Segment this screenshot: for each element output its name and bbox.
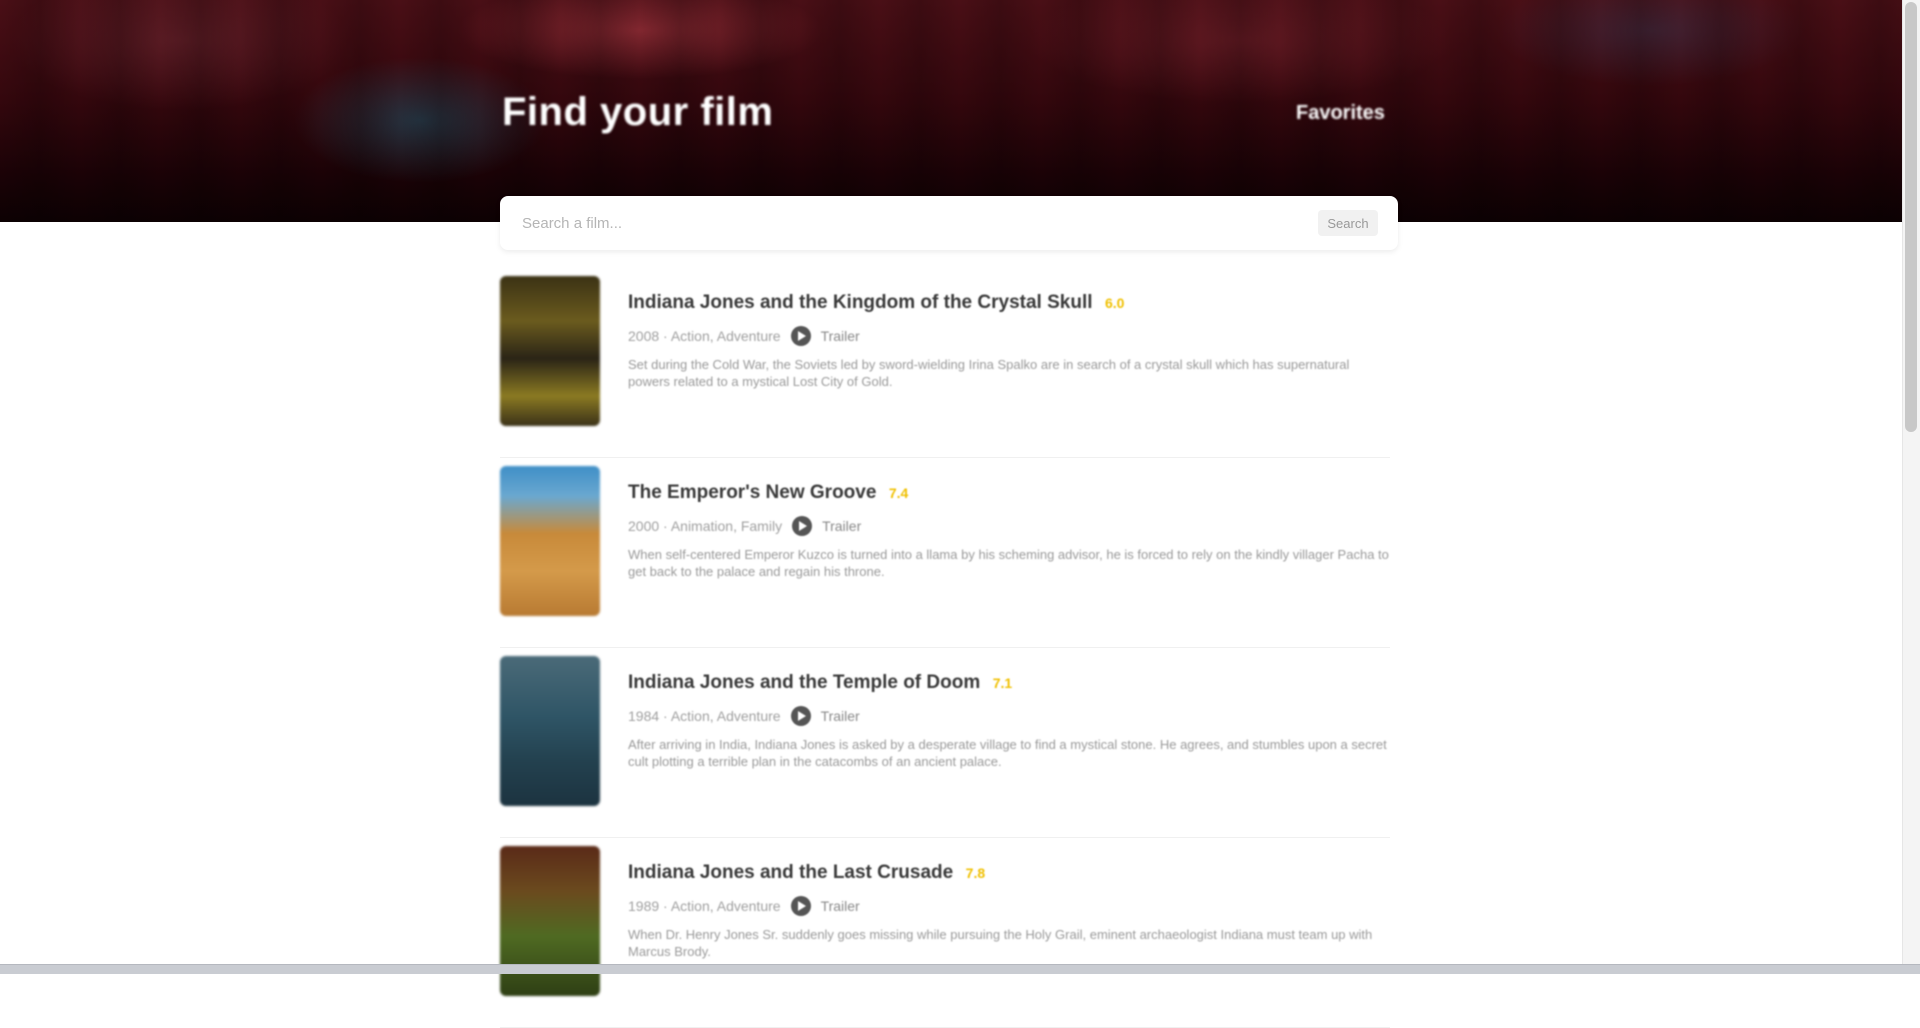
movie-title[interactable]: Indiana Jones and the Temple of Doom [628,672,980,694]
scrollbar-thumb[interactable] [1905,2,1917,432]
trailer-link[interactable]: Trailer [821,708,860,724]
play-icon[interactable] [791,326,811,346]
movie-meta: 1989 · Action, Adventure Trailer [628,896,1390,916]
result-body: Indiana Jones and the Last Crusade 7.8 1… [628,862,1390,960]
movie-year-genre: 1984 · Action, Adventure [628,708,781,724]
movie-year-genre: 2008 · Action, Adventure [628,328,781,344]
search-button[interactable]: Search [1318,210,1378,236]
list-item: Indiana Jones and the Kingdom of the Cry… [500,268,1390,458]
movie-title[interactable]: Indiana Jones and the Last Crusade [628,862,953,884]
taskbar [0,964,1920,974]
list-item: The Emperor's New Groove 7.4 2000 · Anim… [500,458,1390,648]
result-body: The Emperor's New Groove 7.4 2000 · Anim… [628,482,1390,580]
movie-year-genre: 2000 · Animation, Family [628,518,782,534]
search-bar: Search [500,196,1398,250]
movie-poster[interactable] [500,276,600,426]
movie-meta: 2008 · Action, Adventure Trailer [628,326,1390,346]
movie-description: Set during the Cold War, the Soviets led… [628,356,1390,390]
play-icon[interactable] [791,706,811,726]
movie-description: When self-centered Emperor Kuzco is turn… [628,546,1390,580]
movie-rating: 7.4 [889,485,908,501]
results-list: Indiana Jones and the Kingdom of the Cry… [500,268,1390,1028]
result-body: Indiana Jones and the Temple of Doom 7.1… [628,672,1390,770]
movie-description: When Dr. Henry Jones Sr. suddenly goes m… [628,926,1390,960]
movie-title[interactable]: The Emperor's New Groove [628,482,876,504]
list-item: Indiana Jones and the Temple of Doom 7.1… [500,648,1390,838]
movie-poster[interactable] [500,656,600,806]
favorites-link[interactable]: Favorites [1296,102,1385,125]
result-body: Indiana Jones and the Kingdom of the Cry… [628,292,1390,390]
trailer-link[interactable]: Trailer [821,328,860,344]
movie-title[interactable]: Indiana Jones and the Kingdom of the Cry… [628,292,1093,314]
movie-rating: 7.1 [993,675,1012,691]
play-icon[interactable] [791,896,811,916]
movie-poster[interactable] [500,466,600,616]
play-icon[interactable] [792,516,812,536]
movie-meta: 1984 · Action, Adventure Trailer [628,706,1390,726]
movie-meta: 2000 · Animation, Family Trailer [628,516,1390,536]
page-title: Find your film [502,90,773,135]
trailer-link[interactable]: Trailer [822,518,861,534]
movie-rating: 6.0 [1105,295,1124,311]
movie-rating: 7.8 [966,865,985,881]
search-input[interactable] [520,214,1318,233]
list-item: Indiana Jones and the Last Crusade 7.8 1… [500,838,1390,1028]
hero-banner: Find your film Favorites [0,0,1902,222]
movie-description: After arriving in India, Indiana Jones i… [628,736,1390,770]
vertical-scrollbar[interactable] [1902,0,1920,964]
movie-year-genre: 1989 · Action, Adventure [628,898,781,914]
trailer-link[interactable]: Trailer [821,898,860,914]
